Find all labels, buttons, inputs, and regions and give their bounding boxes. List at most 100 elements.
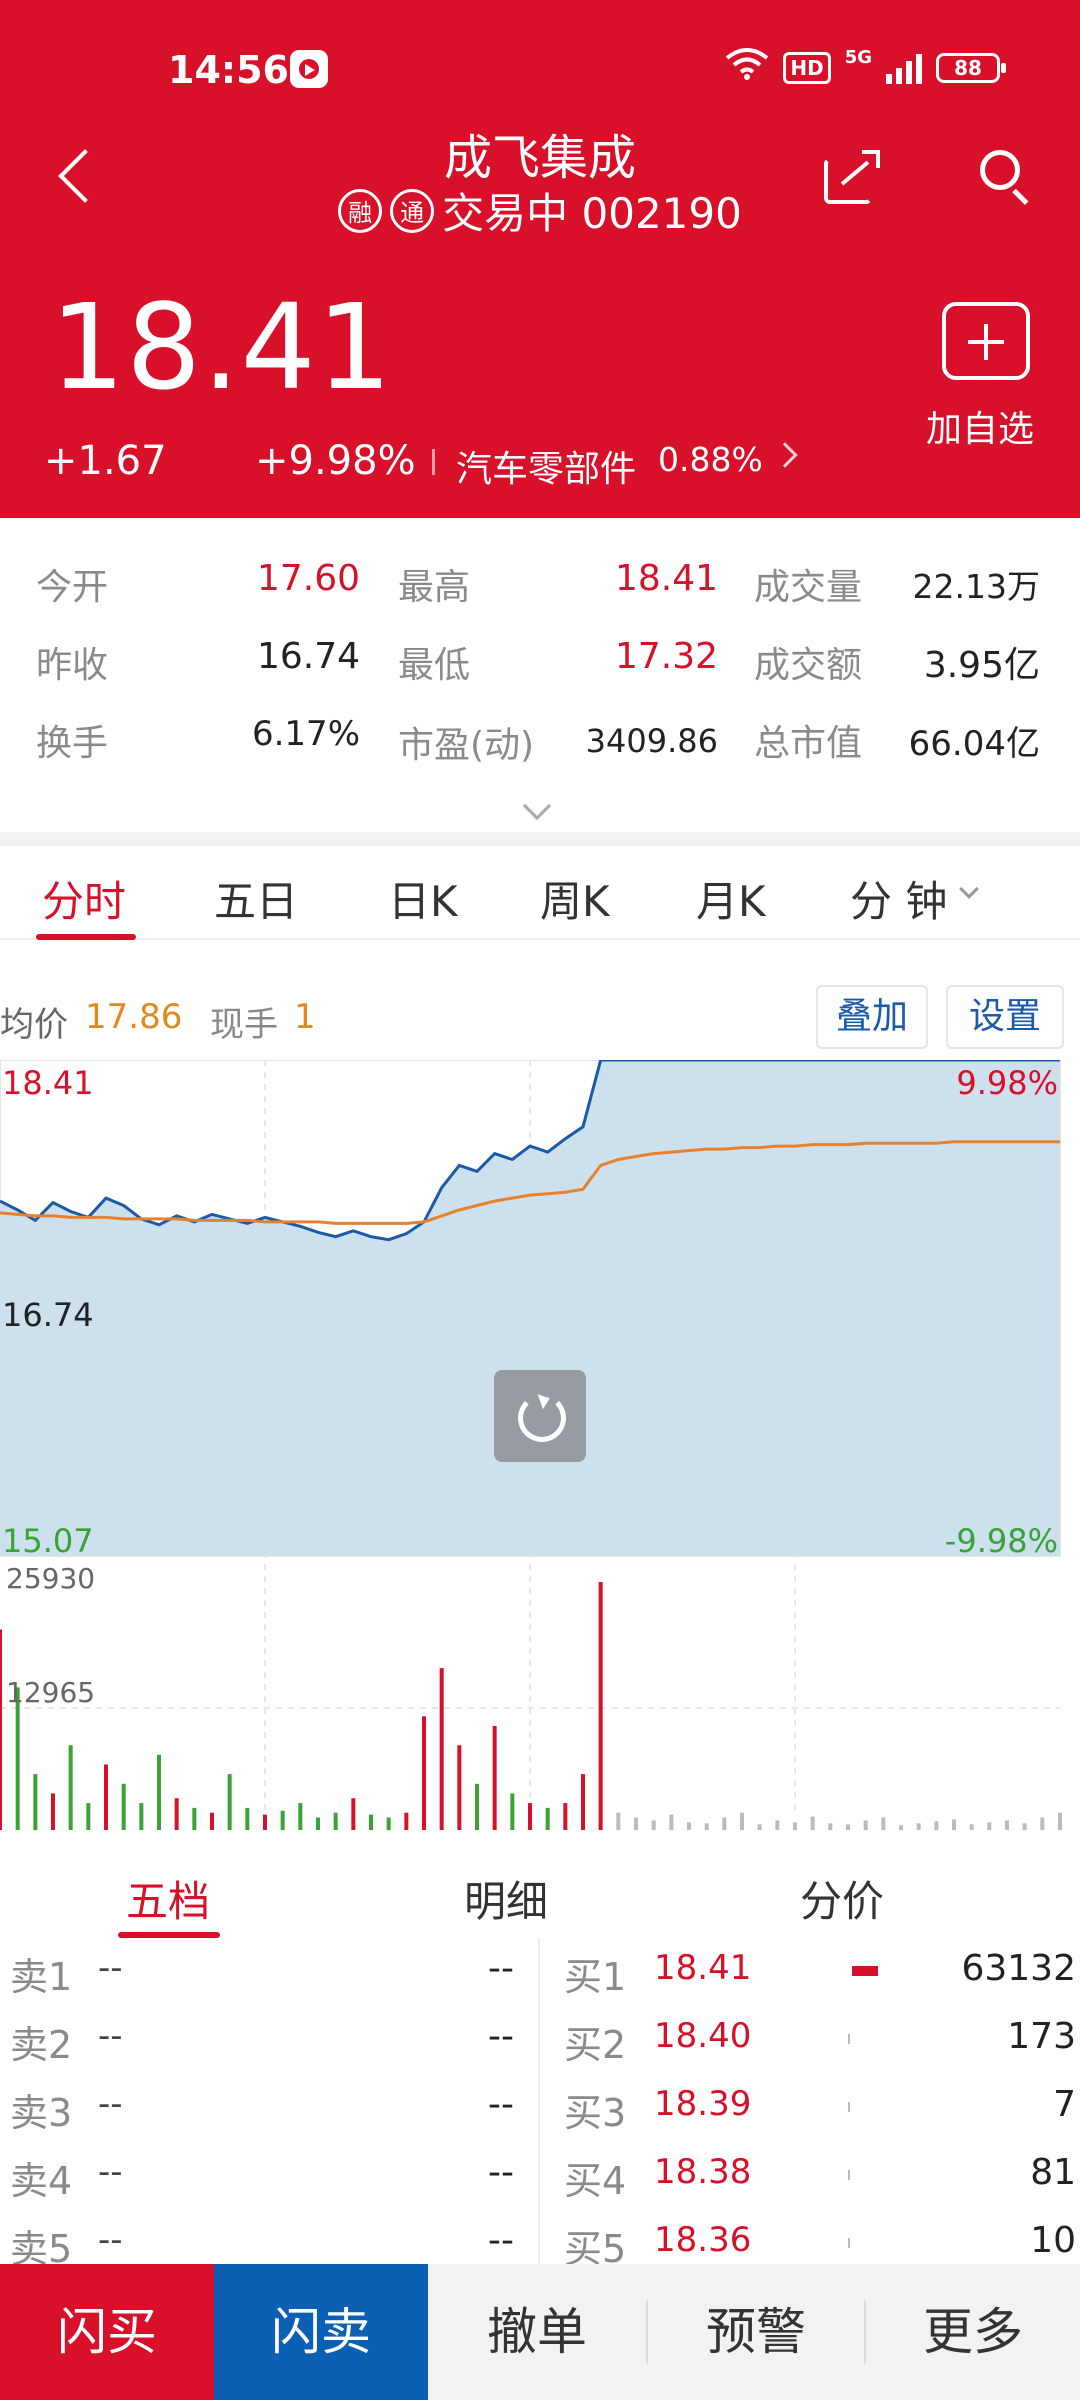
system-icons: HD 5G 88 xyxy=(725,48,1006,87)
pe-value: 3409.86 xyxy=(585,722,718,760)
trading-status: 交易中 002190 xyxy=(442,189,742,238)
current-price: 18.41 xyxy=(50,278,393,416)
order-book-tabs: 五档 明细 分价 xyxy=(0,1848,1080,1938)
sector-divider xyxy=(432,449,435,475)
tab-details[interactable]: 明细 xyxy=(464,1868,548,1929)
prev-close-value: 16.74 xyxy=(256,636,360,677)
price-alert-button[interactable]: 预警 xyxy=(648,2264,864,2400)
volume-bar xyxy=(846,1824,850,1830)
battery-icon: 88 xyxy=(936,52,1006,83)
volume-bar xyxy=(174,1798,179,1830)
search-button[interactable] xyxy=(978,148,1034,205)
volume-bar xyxy=(369,1814,373,1830)
volume-bar xyxy=(740,1812,744,1830)
sell-row: 卖1 -- -- xyxy=(0,1938,540,2006)
sell-row: 卖2 -- -- xyxy=(0,2006,540,2074)
flash-buy-button[interactable]: 闪买 xyxy=(0,2264,214,2400)
add-watchlist-button[interactable] xyxy=(942,302,1030,380)
volume-bar xyxy=(722,1817,727,1830)
sell-level-label: 卖2 xyxy=(10,2023,73,2067)
tab-weekly-k[interactable]: 周K xyxy=(540,868,610,929)
tab-monthly-k[interactable]: 月K xyxy=(696,868,766,929)
sell-volume: -- xyxy=(488,2152,514,2193)
volume-bar xyxy=(545,1807,550,1830)
sector-pct[interactable]: 0.88% xyxy=(658,440,763,479)
refresh-button[interactable] xyxy=(494,1370,586,1462)
volume-bar xyxy=(298,1803,303,1830)
share-button[interactable] xyxy=(820,146,880,206)
expand-stats-icon[interactable] xyxy=(522,791,552,821)
volume-bar xyxy=(510,1793,515,1830)
flash-sell-button[interactable]: 闪卖 xyxy=(214,2264,428,2400)
sell-price: -- xyxy=(98,2016,123,2056)
volume-bar xyxy=(952,1819,956,1830)
chart-tabs: 分时 五日 日K 周K 月K 分 钟 xyxy=(0,850,1080,940)
more-button[interactable]: 更多 xyxy=(866,2264,1080,2400)
volume-bar xyxy=(457,1745,462,1830)
open-value: 17.60 xyxy=(256,558,360,599)
buy-volume: 81 xyxy=(1030,2152,1076,2193)
low-label: 最低 xyxy=(398,645,471,686)
sell-volume: -- xyxy=(488,1948,514,1989)
high-label: 最高 xyxy=(398,567,471,608)
avg-price-label: 均价 xyxy=(0,1005,68,1045)
tab-five-day[interactable]: 五日 xyxy=(214,868,298,929)
buy-price: 18.40 xyxy=(654,2016,752,2056)
cancel-order-button[interactable]: 撤单 xyxy=(428,2264,646,2400)
volume-bar xyxy=(528,1803,532,1830)
buy-volume-bar xyxy=(852,1966,878,1976)
chevron-down-icon[interactable] xyxy=(959,879,979,899)
volume-bar xyxy=(492,1725,497,1830)
sell-row: 卖4 -- -- xyxy=(0,2142,540,2210)
volume-bar xyxy=(934,1821,939,1830)
tab-five-levels[interactable]: 五档 xyxy=(126,1868,210,1929)
volume-bar xyxy=(86,1803,91,1830)
volume-bar xyxy=(1022,1823,1027,1830)
volume-bar xyxy=(280,1810,285,1830)
chevron-right-icon[interactable] xyxy=(772,442,798,468)
overlay-button[interactable]: 叠加 xyxy=(816,985,928,1049)
tab-daily-k[interactable]: 日K xyxy=(388,868,458,929)
tab-minute[interactable]: 分 钟 xyxy=(850,868,947,929)
buy-price: 18.36 xyxy=(654,2220,752,2260)
volume-bar xyxy=(899,1825,903,1830)
turnover-label: 换手 xyxy=(36,723,109,764)
clock: 14:56 xyxy=(168,48,289,92)
buy-row: 买3 18.39 7 xyxy=(554,2074,1080,2142)
vol-label-mid: 12965 xyxy=(6,1676,95,1709)
buy-volume: 7 xyxy=(1053,2084,1076,2125)
tab-price-distribution[interactable]: 分价 xyxy=(800,1868,884,1929)
screen-record-icon xyxy=(290,50,328,88)
market-cap-label: 总市值 xyxy=(754,723,863,764)
buy-volume: 173 xyxy=(1007,2016,1076,2057)
avg-price-value: 17.86 xyxy=(85,997,183,1037)
volume-bar xyxy=(863,1820,868,1830)
volume-bar xyxy=(351,1798,356,1830)
volume-value: 22.13万 xyxy=(912,567,1040,606)
pe-label: 市盈(动) xyxy=(398,725,535,766)
turnover-value: 6.17% xyxy=(251,714,360,754)
volume-label: 成交量 xyxy=(754,567,863,608)
current-hand-value: 1 xyxy=(294,997,316,1037)
sell-volume: -- xyxy=(488,2016,514,2057)
sell-level-label: 卖1 xyxy=(10,1955,73,1999)
price-change: +1.67 xyxy=(44,438,167,484)
volume-bar xyxy=(881,1817,886,1830)
volume-bar xyxy=(0,1629,2,1830)
sector-name[interactable]: 汽车零部件 xyxy=(456,440,636,492)
settings-button[interactable]: 设置 xyxy=(946,985,1064,1049)
volume-bar xyxy=(916,1823,921,1830)
volume-bar xyxy=(263,1814,267,1830)
sell-volume: -- xyxy=(488,2084,514,2125)
volume-bar xyxy=(810,1816,815,1830)
amount-value: 3.95亿 xyxy=(923,645,1040,686)
vol-label-max: 25930 xyxy=(6,1562,95,1595)
add-watchlist-label[interactable]: 加自选 xyxy=(926,400,1034,452)
volume-bar xyxy=(669,1814,674,1830)
current-hand-label: 现手 xyxy=(210,1005,278,1045)
tab-intraday[interactable]: 分时 xyxy=(42,868,126,929)
volume-bar xyxy=(651,1820,656,1830)
quote-stats: 今开 17.60 最高 18.41 成交量 22.13万 昨收 16.74 最低… xyxy=(0,518,1080,832)
chart-header: 均价 17.86 现手 1 叠加 设置 xyxy=(0,985,1080,1055)
prev-close-label: 昨收 xyxy=(36,645,109,686)
